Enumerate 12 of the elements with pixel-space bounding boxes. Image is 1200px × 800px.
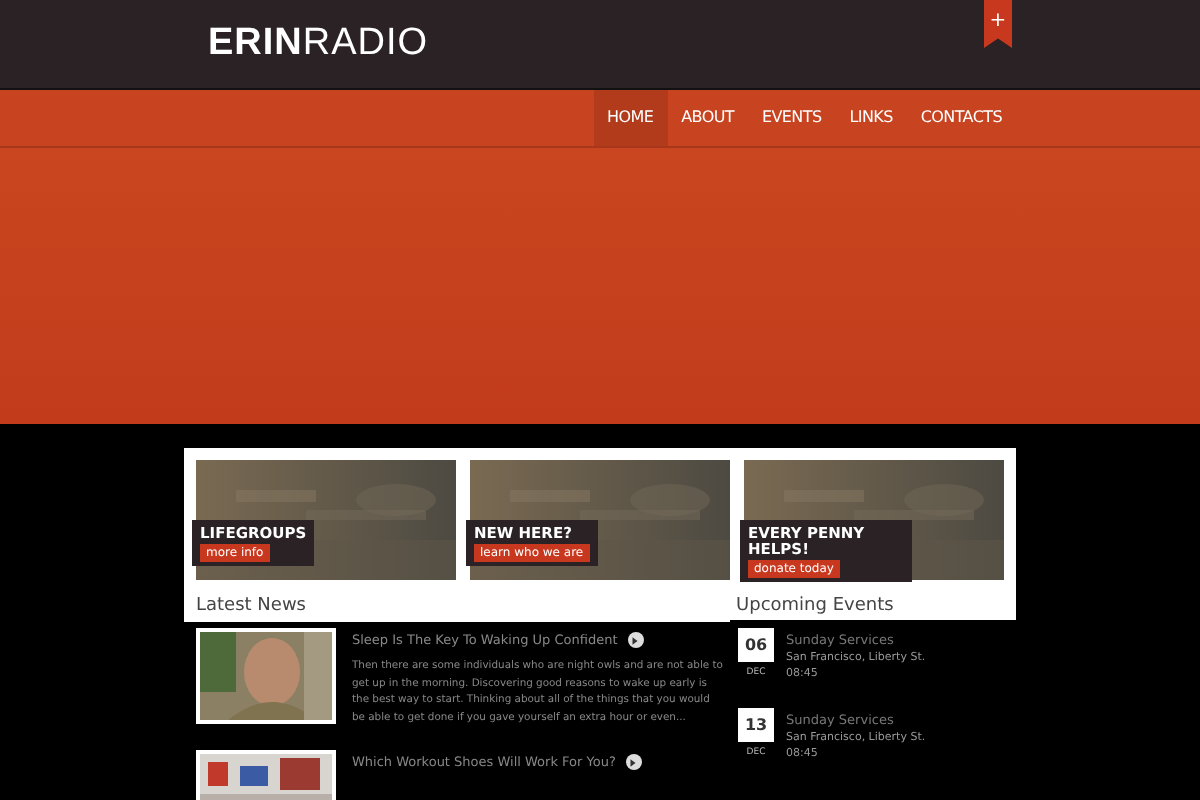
nav-link[interactable]: CONTACTS — [906, 90, 1016, 146]
nav-link[interactable]: LINKS — [835, 90, 907, 146]
event-day: 13 — [738, 708, 775, 742]
nav-link[interactable]: ABOUT — [667, 90, 748, 146]
ribbon-button[interactable]: + — [984, 0, 1012, 48]
logo[interactable]: ERINRADIO — [208, 22, 429, 66]
arrow-icon[interactable] — [625, 754, 642, 770]
section-heading: Upcoming Events — [730, 580, 1016, 620]
arrow-icon[interactable] — [627, 632, 644, 648]
nav-link[interactable]: HOME — [593, 90, 668, 146]
event-day: 06 — [738, 628, 775, 662]
nav-link[interactable]: EVENTS — [748, 90, 836, 146]
